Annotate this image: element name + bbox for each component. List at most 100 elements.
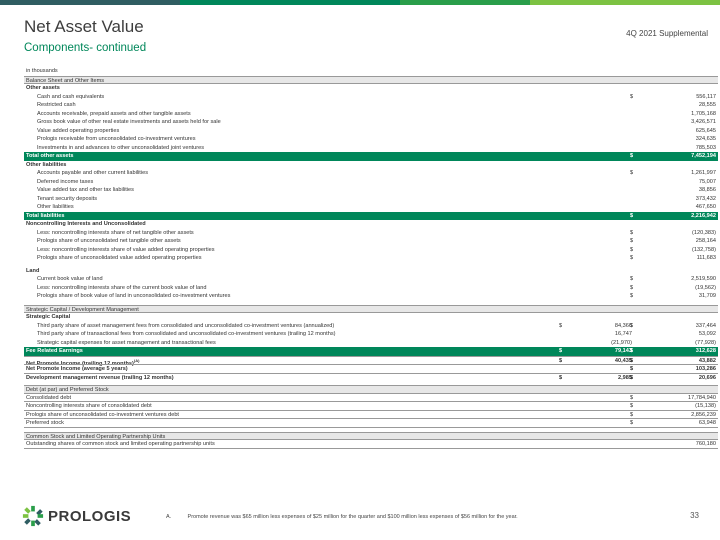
table-row: Gross book value of other real estate in… — [24, 118, 718, 127]
row-label: Prologis share of unconsolidated co-inve… — [26, 411, 179, 420]
annualized-value: 3,426,571 — [691, 119, 716, 125]
row-label: Land — [26, 267, 39, 276]
footnote: A. Promote revenue was $65 million less … — [166, 514, 518, 520]
row-label-text: Other liabilities — [26, 161, 67, 168]
annualized-currency-symbol: $ — [630, 238, 634, 244]
annualized-value: 258,164 — [695, 238, 716, 244]
annualized-currency-symbol: $ — [630, 212, 634, 219]
quarter-value: (21,970) — [611, 339, 632, 346]
row-label: Prologis share of book value of land in … — [37, 292, 230, 301]
row-label-text: Noncontrolling interests share of consol… — [26, 403, 152, 409]
row-label: Value added tax and other tax liabilitie… — [37, 186, 134, 195]
row-label: Current book value of land — [37, 275, 103, 284]
annualized-value: (19,562) — [695, 284, 716, 291]
row-label: Deferred income taxes — [37, 178, 93, 187]
table-row: Less: noncontrolling interests share of … — [24, 284, 718, 293]
annualized-currency-symbol: $ — [630, 322, 634, 329]
row-label-text: Land — [26, 267, 40, 274]
annualized-value: 337,464 — [695, 322, 716, 329]
row-label-text: Third party share of transactional fees … — [37, 331, 336, 337]
annualized-currency-symbol: $ — [630, 276, 634, 282]
annualized-value: (77,928) — [695, 339, 716, 346]
row-label: Third party share of asset management fe… — [37, 322, 334, 331]
section-header: Strategic Capital / Development Manageme… — [24, 304, 718, 313]
row-label: Tenant security deposits — [37, 195, 97, 204]
row-label-text: Consolidated debt — [26, 394, 72, 401]
table-row: Deferred income taxes 75,007 — [24, 178, 718, 187]
nav-components-table: in thousands Balance Sheet and Other Item… — [24, 67, 718, 449]
row-label-text: Third party share of asset management fe… — [37, 322, 335, 329]
row-label: Noncontrolling interests share of consol… — [26, 402, 152, 411]
table-row: Prologis share of book value of land in … — [24, 292, 718, 301]
table-row: Less: noncontrolling interests share of … — [24, 246, 718, 255]
row-label: Fee Related Earnings — [26, 347, 83, 356]
row-label-text: Fee Related Earnings — [26, 348, 83, 354]
report-label: 4Q 2021 Supplemental — [626, 29, 708, 38]
row-label-text: Investments in and advances to other unc… — [37, 144, 204, 151]
row-label: Gross book value of other real estate in… — [37, 118, 221, 127]
brand-bar-segment-2 — [180, 0, 400, 5]
annualized-value: (15,138) — [695, 403, 716, 409]
quarter-value: 84,366 — [614, 322, 632, 329]
annualized-value: 324,635 — [695, 136, 716, 142]
annualized-value: 31,709 — [698, 293, 716, 299]
table-row: Third party share of asset management fe… — [24, 322, 718, 331]
table-row: Restricted cash 28,555 — [24, 101, 718, 110]
table-row: Value added tax and other tax liabilitie… — [24, 186, 718, 195]
annualized-value: 556,117 — [696, 93, 716, 100]
row-label: Other liabilities — [26, 161, 66, 170]
quarter-currency-symbol: $ — [559, 348, 563, 354]
table-row: Accounts payable and other current liabi… — [24, 169, 718, 178]
annualized-currency-symbol: $ — [630, 348, 634, 354]
brand-color-bar — [0, 0, 720, 5]
annualized-value: 760,180 — [695, 441, 716, 447]
row-label: Value added operating properties — [37, 127, 119, 136]
table-row: Value added operating properties 625,645 — [24, 127, 718, 136]
page-title: Net Asset Value — [24, 17, 144, 36]
group-heading: Land — [24, 267, 718, 276]
total-row: Total other assets $7,452,194 — [24, 152, 718, 161]
row-label: Less: noncontrolling interests share of … — [37, 284, 206, 293]
annualized-value: 63,948 — [698, 420, 716, 426]
annualized-value: 17,784,940 — [688, 394, 716, 401]
quarter-value: 16,747 — [614, 331, 632, 337]
row-label: Other liabilities — [37, 203, 74, 212]
annualized-currency-symbol: $ — [630, 246, 634, 253]
row-label-text: Strategic capital expenses for asset man… — [37, 339, 216, 346]
row-label: Total liabilities — [26, 212, 64, 221]
row-label-text: Balance Sheet and Other Items — [26, 77, 105, 84]
table-row: Net Promote Income (average 5 years) $103… — [24, 364, 718, 373]
row-label: Strategic Capital — [26, 313, 70, 322]
annualized-currency-symbol: $ — [630, 293, 634, 299]
row-label-text: Net Promote Income (average 5 years) — [26, 366, 128, 372]
annualized-value: (132,758) — [692, 246, 716, 253]
row-label-text: Prologis share of unconsolidated net tan… — [37, 238, 181, 244]
annualized-value: 467,650 — [695, 204, 716, 210]
section-header: Debt (at par) and Preferred Stock — [24, 385, 718, 394]
table-row: Strategic capital expenses for asset man… — [24, 339, 718, 348]
table-row: Prologis share of unconsolidated co-inve… — [24, 411, 718, 420]
row-label-text: in thousands — [26, 68, 58, 74]
table-row: Current book value of land $2,519,590 — [24, 275, 718, 284]
page-subtitle: Components- continued — [24, 42, 147, 54]
row-label-text: Prologis receivable from unconsolidated … — [37, 136, 196, 142]
row-label: Noncontrolling Interests and Unconsolida… — [26, 220, 146, 229]
row-label: Restricted cash — [37, 101, 76, 110]
row-label-text: Common Stock and Limited Operating Partn… — [26, 433, 166, 440]
table-row: Prologis receivable from unconsolidated … — [24, 135, 718, 144]
footnote-reference: (A) — [133, 357, 140, 363]
row-label-text: Noncontrolling Interests and Unconsolida… — [26, 221, 146, 227]
total-row: Total liabilities $2,216,942 — [24, 211, 718, 221]
annualized-value: 53,092 — [698, 331, 716, 337]
row-label-text: Tenant security deposits — [37, 195, 98, 202]
table-row: Net Promote Income (trailing 12 months)(… — [24, 355, 718, 366]
group-heading: Strategic Capital — [24, 313, 718, 322]
row-label-text: Prologis share of book value of land in … — [37, 293, 231, 299]
group-heading: Other liabilities — [24, 161, 718, 170]
total-row: Fee Related Earnings $79,143 $312,628 — [24, 347, 718, 356]
section-header: Balance Sheet and Other Items — [24, 75, 718, 84]
row-label: Other assets — [26, 84, 60, 93]
annualized-value: 2,856,239 — [691, 411, 716, 418]
table-row: Preferred stock $63,948 — [24, 419, 718, 428]
table-row: Accounts receivable, prepaid assets and … — [24, 110, 718, 119]
